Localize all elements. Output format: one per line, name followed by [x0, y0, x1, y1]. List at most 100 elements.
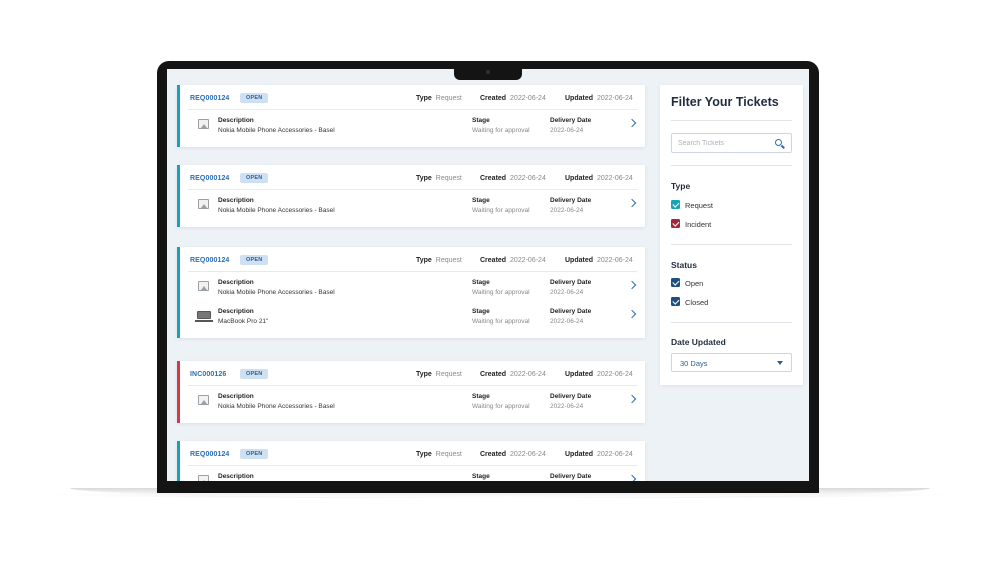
card-padding [180, 415, 645, 423]
ticket-updated: Updated 2022-06-24 [565, 257, 633, 264]
closed-checkbox[interactable] [671, 297, 680, 306]
description-label: Description [218, 279, 254, 286]
ticket-created: Created 2022-06-24 [480, 175, 546, 182]
card-padding [180, 219, 645, 227]
open-checkbox-label[interactable]: Open [685, 279, 703, 288]
description-label: Description [218, 393, 254, 400]
description-label: Description [218, 473, 254, 480]
ticket-card[interactable]: REQ000124 OPEN Type Request Created 2022-06… [177, 441, 645, 481]
delivery-date-value: 2022-06-24 [550, 207, 584, 214]
request-checkbox-label[interactable]: Request [685, 201, 713, 210]
description-label: Description [218, 308, 254, 315]
status-badge: OPEN [240, 255, 269, 265]
chevron-right-icon[interactable] [627, 118, 637, 128]
ticket-item-row[interactable]: Description Nokia Mobile Phone Accessorie… [180, 386, 645, 415]
ticket-card[interactable]: REQ000124 OPEN Type Request Created 2022-06… [177, 85, 645, 147]
laptop-icon [195, 311, 213, 322]
stage-value: Waiting for approval [472, 289, 530, 296]
description-label: Description [218, 117, 254, 124]
laptop-frame: REQ000124 OPEN Type Request Created 2022-06… [157, 61, 819, 493]
stage-value: Waiting for approval [472, 403, 530, 410]
image-icon [198, 199, 209, 209]
image-icon [198, 475, 209, 481]
ticket-header: INC000126 OPEN Type Request Created 2022-06… [188, 361, 637, 386]
closed-checkbox-label[interactable]: Closed [685, 298, 708, 307]
divider [671, 244, 792, 245]
ticket-item-row[interactable]: Description Stage Delivery Date [180, 466, 645, 481]
delivery-date-value: 2022-06-24 [550, 318, 584, 325]
app-screen: REQ000124 OPEN Type Request Created 2022-06… [167, 69, 809, 481]
stage-label: Stage [472, 308, 490, 315]
ticket-created: Created 2022-06-24 [480, 257, 546, 264]
delivery-date-label: Delivery Date [550, 197, 592, 204]
open-checkbox[interactable] [671, 278, 680, 287]
delivery-date-label: Delivery Date [550, 393, 592, 400]
description-value: Nokia Mobile Phone Accessories - Basel [218, 403, 335, 410]
description-value: Nokia Mobile Phone Accessories - Basel [218, 207, 335, 214]
ticket-header: REQ000124 OPEN Type Request Created 2022-06… [188, 165, 637, 190]
stage-label: Stage [472, 279, 490, 286]
ticket-id[interactable]: REQ000124 [190, 175, 229, 182]
search-box[interactable] [671, 133, 792, 153]
chevron-down-icon [777, 361, 783, 365]
ticket-updated: Updated 2022-06-24 [565, 371, 633, 378]
ticket-type: Type Request [416, 451, 462, 458]
chevron-right-icon[interactable] [627, 280, 637, 290]
chevron-right-icon[interactable] [627, 394, 637, 404]
ticket-card[interactable]: REQ000124 OPEN Type Request Created 2022-06… [177, 247, 645, 338]
filter-title: Filter Your Tickets [671, 95, 779, 109]
ticket-item-row[interactable]: Description MacBook Pro 21" Stage Waiting f… [180, 301, 645, 330]
ticket-updated: Updated 2022-06-24 [565, 175, 633, 182]
card-padding [180, 330, 645, 338]
chevron-right-icon[interactable] [627, 309, 637, 319]
incident-checkbox-label[interactable]: Incident [685, 220, 711, 229]
stage-label: Stage [472, 393, 490, 400]
image-icon [198, 395, 209, 405]
ticket-header: REQ000124 OPEN Type Request Created 2022-06… [188, 441, 637, 466]
status-badge: OPEN [240, 173, 269, 183]
camera-notch [454, 67, 522, 80]
divider [671, 120, 792, 121]
description-value: Nokia Mobile Phone Accessories - Basel [218, 289, 335, 296]
date-updated-select[interactable]: 30 Days [671, 353, 792, 372]
ticket-id[interactable]: INC000126 [190, 371, 226, 378]
ticket-type: Type Request [416, 95, 462, 102]
ticket-id[interactable]: REQ000124 [190, 95, 229, 102]
ticket-item-row[interactable]: Description Nokia Mobile Phone Accessorie… [180, 190, 645, 219]
delivery-date-label: Delivery Date [550, 279, 592, 286]
delivery-date-label: Delivery Date [550, 117, 592, 124]
ticket-card[interactable]: REQ000124 OPEN Type Request Created 2022-06… [177, 165, 645, 227]
incident-checkbox[interactable] [671, 219, 680, 228]
date-updated-value: 30 Days [680, 359, 708, 368]
chevron-right-icon[interactable] [627, 474, 637, 481]
status-heading: Status [671, 260, 697, 270]
stage-label: Stage [472, 473, 490, 480]
search-input[interactable] [678, 137, 768, 149]
ticket-type: Type Request [416, 257, 462, 264]
ticket-updated: Updated 2022-06-24 [565, 95, 633, 102]
ticket-header: REQ000124 OPEN Type Request Created 2022-06… [188, 85, 637, 110]
ticket-id[interactable]: REQ000124 [190, 257, 229, 264]
ticket-header: REQ000124 OPEN Type Request Created 2022-06… [188, 247, 637, 272]
request-checkbox[interactable] [671, 200, 680, 209]
image-icon [198, 281, 209, 291]
ticket-card[interactable]: INC000126 OPEN Type Request Created 2022-06… [177, 361, 645, 423]
divider [671, 165, 792, 166]
card-padding [180, 139, 645, 147]
delivery-date-value: 2022-06-24 [550, 403, 584, 410]
stage-value: Waiting for approval [472, 318, 530, 325]
chevron-right-icon[interactable] [627, 198, 637, 208]
ticket-item-row[interactable]: Description Nokia Mobile Phone Accessorie… [180, 272, 645, 301]
image-icon [198, 119, 209, 129]
divider [671, 322, 792, 323]
camera-icon [486, 70, 490, 74]
ticket-id[interactable]: REQ000124 [190, 451, 229, 458]
stage-label: Stage [472, 117, 490, 124]
search-icon[interactable] [775, 139, 782, 146]
stage-value: Waiting for approval [472, 127, 530, 134]
ticket-item-row[interactable]: Description Nokia Mobile Phone Accessorie… [180, 110, 645, 139]
ticket-created: Created 2022-06-24 [480, 95, 546, 102]
ticket-updated: Updated 2022-06-24 [565, 451, 633, 458]
status-badge: OPEN [240, 449, 269, 459]
type-heading: Type [671, 181, 691, 191]
